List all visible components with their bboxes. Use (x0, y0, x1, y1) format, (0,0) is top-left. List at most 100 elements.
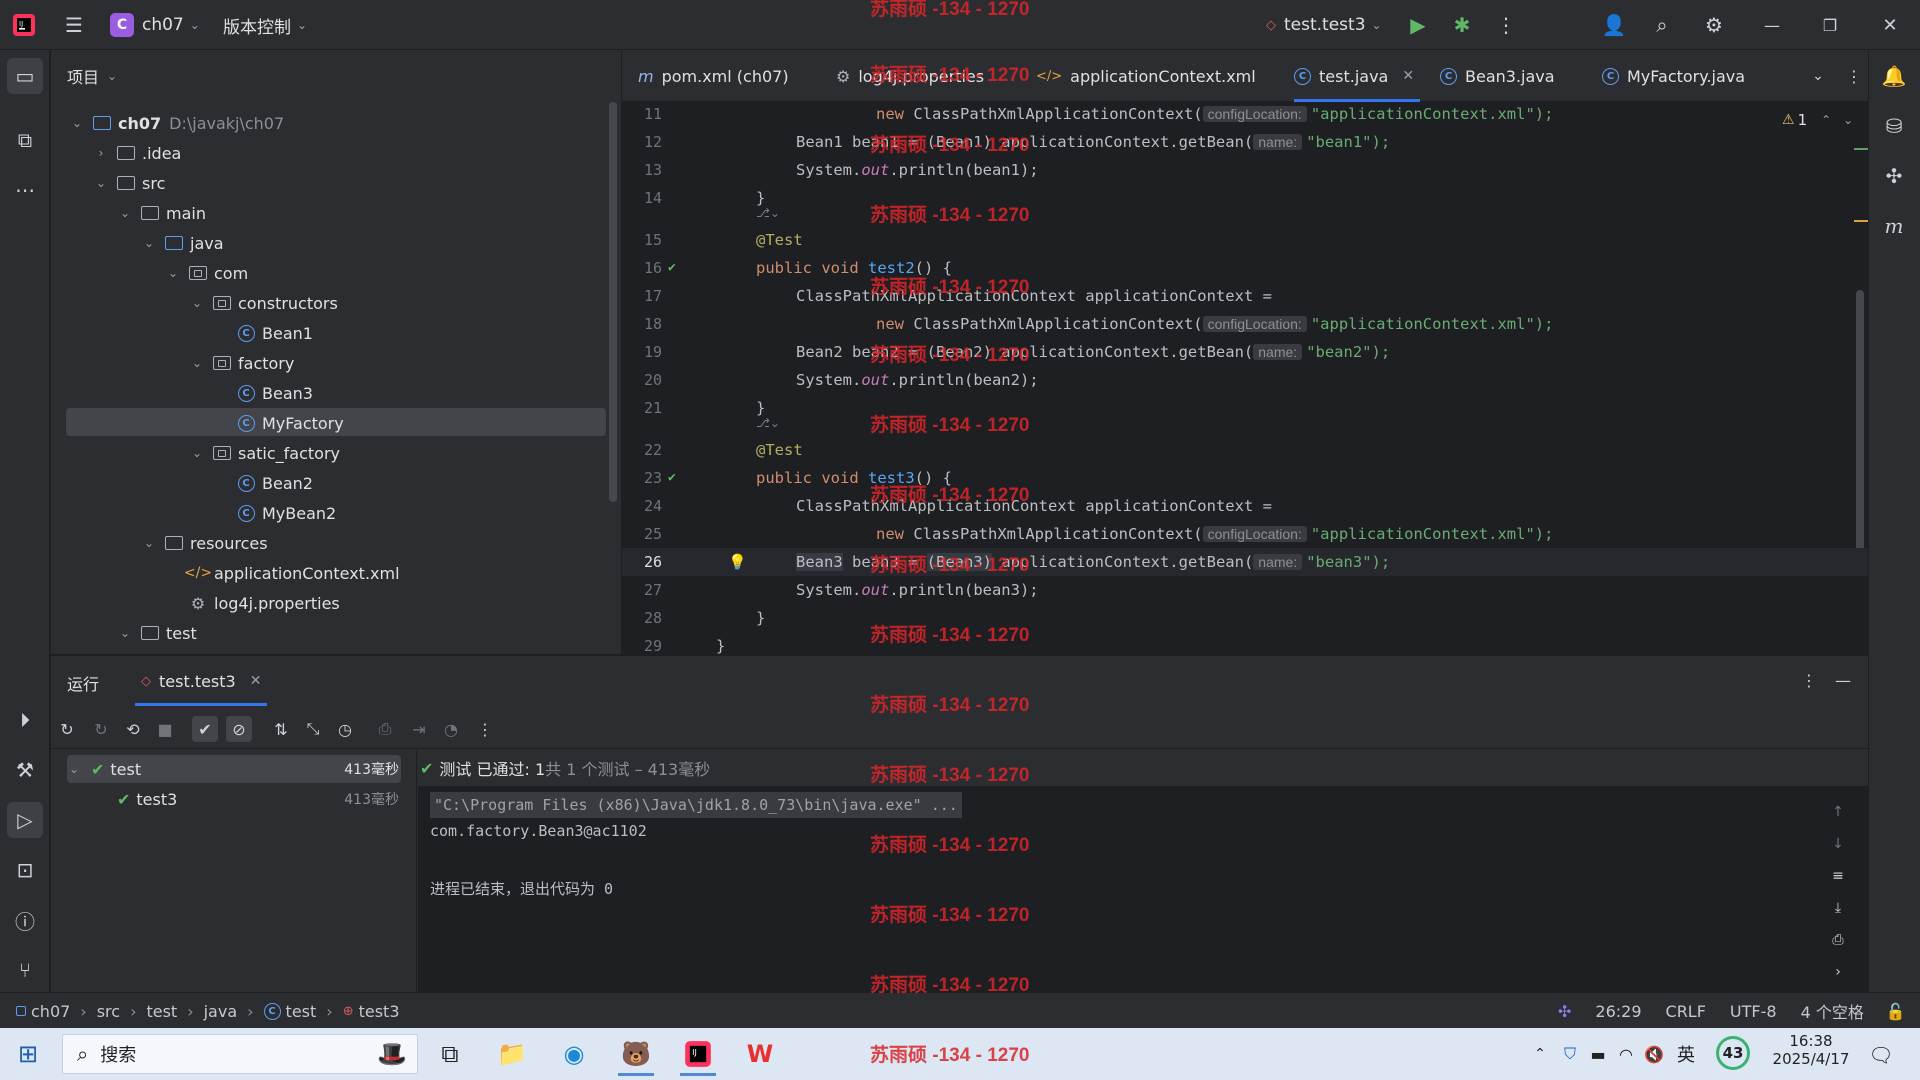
close-tab-icon[interactable]: ✕ (250, 673, 262, 689)
tree-item-bean3[interactable]: C Bean3 (214, 378, 313, 408)
run-tool-icon[interactable]: ▷ (7, 802, 43, 838)
tree-item-constructors[interactable]: ⌄ constructors (190, 288, 338, 318)
run-icon[interactable]: ▶ (1404, 11, 1432, 39)
tab-applicationcontext-xml[interactable]: </> applicationContext.xml (1036, 50, 1256, 102)
tree-item-satic-factory[interactable]: ⌄ satic_factory (190, 438, 340, 468)
main-menu-icon[interactable]: ☰ (60, 11, 88, 39)
services-icon[interactable]: ⏵ (7, 702, 43, 738)
build-hammer-icon[interactable]: ⚒ (7, 752, 43, 788)
problems-icon[interactable]: ⓘ (7, 902, 43, 938)
tree-item-mybean2[interactable]: C MyBean2 (214, 498, 336, 528)
battery-icon[interactable]: ▬ (1586, 1042, 1610, 1066)
fold-toggle-icon[interactable]: ⎇⌄ (756, 206, 780, 220)
soft-wrap-icon[interactable]: ≡ (1826, 864, 1850, 888)
coverage-icon[interactable]: ◔ (438, 716, 464, 742)
tree-item-myfactory[interactable]: C MyFactory (214, 408, 344, 438)
wps-office-icon[interactable]: W (736, 1032, 784, 1076)
fold-toggle-icon[interactable]: ⎇⌄ (756, 416, 780, 430)
ime-indicator[interactable]: 英 (1674, 1040, 1698, 1068)
taskbar-search-box[interactable]: ⌕ 搜索 🎩 (62, 1034, 418, 1074)
structure-icon[interactable]: ⧉ (7, 122, 43, 158)
run-test-gutter-icon[interactable]: ✔ (668, 260, 684, 276)
chevron-right-icon[interactable]: › (1826, 960, 1850, 984)
settings-gear-icon[interactable]: ⚙ (1700, 11, 1728, 39)
breadcrumb-item[interactable]: test (286, 1002, 317, 1021)
tab-more-icon[interactable]: ⋮ (1842, 64, 1866, 88)
intellij-logo-icon[interactable]: IJ (10, 11, 38, 39)
tree-item-main[interactable]: ⌄ main (118, 198, 206, 228)
breadcrumb-item[interactable]: src (97, 1002, 120, 1021)
tab-myfactory-java[interactable]: C MyFactory.java (1602, 50, 1745, 102)
tree-item-java[interactable]: ⌄ java (142, 228, 224, 258)
windows-start-icon[interactable]: ⊞ (12, 1038, 44, 1070)
add-user-icon[interactable]: 👤 (1600, 11, 1628, 39)
maven-icon[interactable]: m (1876, 208, 1912, 244)
scroll-to-end-icon[interactable]: ⤓ (1826, 896, 1850, 920)
stop-icon[interactable]: ■ (152, 716, 178, 742)
lock-icon[interactable]: 🔓 (1886, 1002, 1906, 1021)
console-command-line[interactable]: "C:\Program Files (x86)\Java\jdk1.8.0_73… (430, 792, 962, 818)
tree-item-ch07[interactable]: ⌄ ch07 D:\javakj\ch07 (70, 108, 284, 138)
more-actions-icon[interactable]: ⋮ (1492, 11, 1520, 39)
project-panel-header[interactable]: 项目 ⌄ (67, 64, 117, 88)
task-view-icon[interactable]: ⧉ (426, 1032, 474, 1076)
console-output[interactable]: "C:\Program Files (x86)\Java\jdk1.8.0_73… (418, 786, 1868, 992)
scroll-down-icon[interactable]: ↓ (1826, 832, 1850, 856)
project-tool-folder-icon[interactable]: ▭ (7, 58, 43, 94)
tab-bean3-java[interactable]: C Bean3.java (1440, 50, 1555, 102)
notification-center-icon[interactable]: 🗨 (1866, 1040, 1896, 1070)
show-passed-check-icon[interactable]: ✔ (192, 716, 218, 742)
tree-item-factory[interactable]: ⌄ factory (190, 348, 294, 378)
history-clock-icon[interactable]: ◷ (332, 716, 358, 742)
tray-chevron-up-icon[interactable]: ⌃ (1528, 1042, 1552, 1066)
sort-icon[interactable]: ⇅ (268, 716, 294, 742)
tree-item-bean1[interactable]: C Bean1 (214, 318, 313, 348)
terminal-icon[interactable]: ⊡ (7, 852, 43, 888)
lightbulb-intention-icon[interactable]: 💡 (728, 553, 747, 571)
minimize-icon[interactable]: — (1758, 11, 1786, 39)
indent-setting[interactable]: 4 个空格 (1801, 999, 1864, 1023)
tabs-dropdown-chevron-icon[interactable]: ⌄ (1806, 64, 1830, 88)
run-test-gutter-icon[interactable]: ✔ (668, 470, 684, 486)
vcs-menu[interactable]: 版本控制 ⌄ (223, 12, 307, 38)
git-branch-icon[interactable]: ⑂ (7, 952, 43, 988)
line-separator[interactable]: CRLF (1666, 1002, 1706, 1021)
tab-pom-xml[interactable]: m pom.xml (ch07) (638, 50, 789, 102)
more-tools-icon[interactable]: ⋯ (7, 172, 43, 208)
database-icon[interactable]: ⛁ (1876, 108, 1912, 144)
run-tab-test-test3[interactable]: ◇ test.test3 ✕ (135, 656, 268, 706)
ai-assistant-icon[interactable]: ✣ (1558, 1002, 1571, 1021)
tree-item-bean2[interactable]: C Bean2 (214, 468, 313, 498)
toggle-auto-test-icon[interactable]: ⟲ (120, 716, 146, 742)
notifications-bell-icon[interactable]: 🔔 (1876, 58, 1912, 94)
scroll-up-icon[interactable]: ↑ (1826, 800, 1850, 824)
tree-item-com[interactable]: ⌄ com (166, 258, 248, 288)
breadcrumb-item[interactable]: test3 (359, 1002, 400, 1021)
ai-assistant-icon[interactable]: ✣ (1876, 158, 1912, 194)
breadcrumb-item[interactable]: test (146, 1002, 177, 1021)
toolbar-more-icon[interactable]: ⋮ (472, 716, 498, 742)
tree-item-src[interactable]: ⌄ src (94, 168, 165, 198)
run-config-selector[interactable]: ◇ test.test3 ⌄ (1266, 12, 1382, 38)
tab-log4j-properties[interactable]: ⚙ log4j.properties (836, 50, 984, 102)
pet-app-icon[interactable]: 🐻 (612, 1032, 660, 1076)
hide-panel-icon[interactable]: — (1831, 668, 1855, 692)
collapse-icon[interactable]: ⤡ (300, 716, 326, 742)
import-tests-icon[interactable]: ⇥ (406, 716, 432, 742)
tree-item-log4j-properties[interactable]: ⚙ log4j.properties (166, 588, 340, 618)
tab-test-java[interactable]: C test.java ✕ (1294, 50, 1421, 102)
rerun-icon[interactable]: ↻ (54, 716, 80, 742)
caret-position[interactable]: 26:29 (1595, 1002, 1641, 1021)
project-scrollbar[interactable] (609, 102, 617, 502)
intellij-taskbar-icon[interactable]: IJ (674, 1032, 722, 1076)
file-encoding[interactable]: UTF-8 (1730, 1002, 1777, 1021)
close-icon[interactable]: ✕ (1876, 11, 1904, 39)
tree-item-applicationcontext-xml[interactable]: </> applicationContext.xml (166, 558, 400, 588)
volume-muted-icon[interactable]: 🔇 (1642, 1042, 1666, 1066)
security-shield-icon[interactable]: ⛉ (1558, 1042, 1582, 1066)
screenshot-camera-icon[interactable]: ⎙ (372, 716, 398, 742)
tree-item-test[interactable]: ⌄ test (118, 618, 197, 648)
debug-icon[interactable]: ✱ (1448, 11, 1476, 39)
run-panel-more-icon[interactable]: ⋮ (1797, 668, 1821, 692)
test-tree-row[interactable]: ✔ test3 413毫秒 (117, 786, 399, 812)
